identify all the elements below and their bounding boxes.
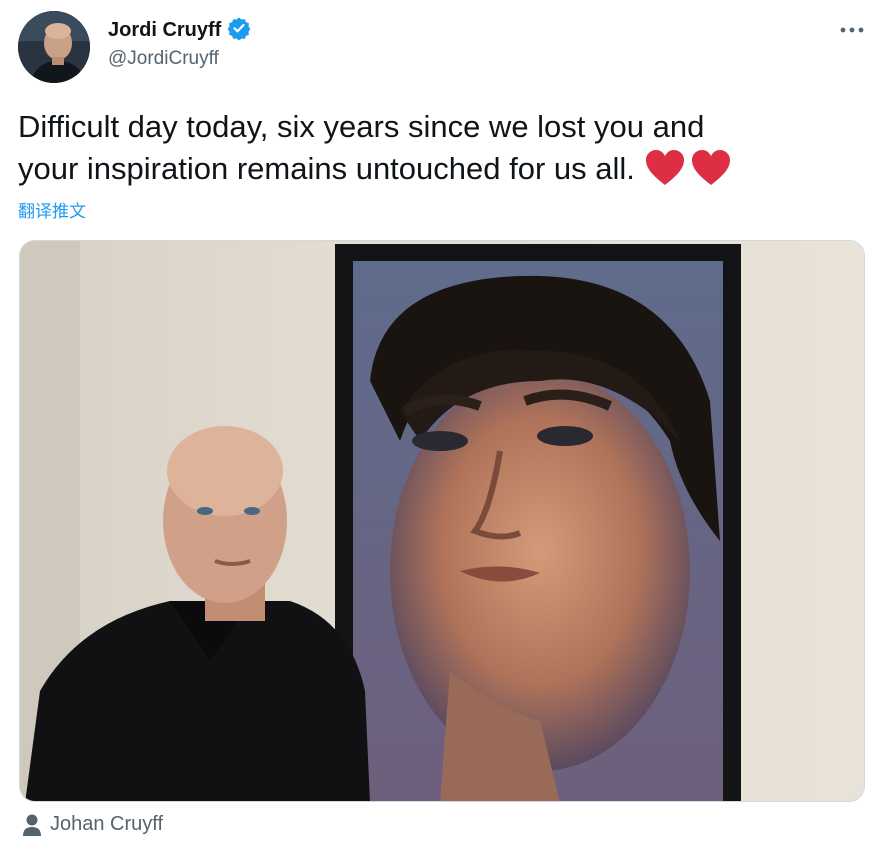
tweet-body: Difficult day today, six years since we …: [18, 109, 705, 186]
person-icon: [23, 814, 41, 836]
author-display-name[interactable]: Jordi Cruyff: [108, 19, 221, 42]
translate-tweet-link[interactable]: 翻译推文: [18, 197, 86, 222]
avatar-photo: [18, 11, 90, 83]
verified-badge-icon: [227, 16, 251, 45]
author-name-row[interactable]: Jordi Cruyff: [108, 16, 251, 45]
author-avatar[interactable]: [18, 11, 90, 83]
tweet-photo[interactable]: [19, 240, 865, 802]
more-options-icon[interactable]: [836, 18, 868, 42]
photo-illustration: [20, 241, 864, 801]
photo-tag[interactable]: Johan Cruyff: [22, 813, 163, 836]
tweet-text: Difficult day today, six years since we …: [18, 106, 848, 190]
red-heart-emoji: [691, 150, 730, 185]
red-heart-emoji: [645, 150, 684, 185]
author-handle[interactable]: @JordiCruyff: [108, 48, 219, 70]
photo-tag-label[interactable]: Johan Cruyff: [50, 813, 163, 836]
